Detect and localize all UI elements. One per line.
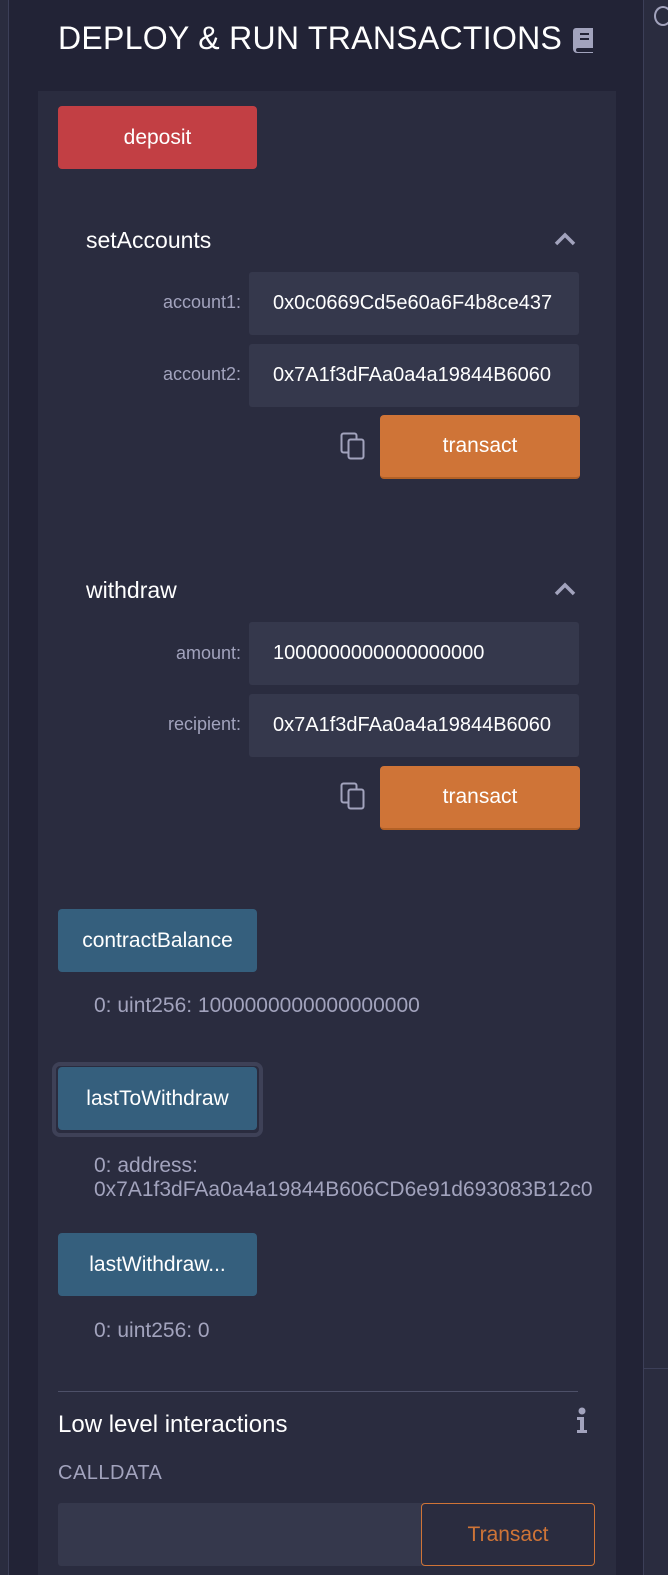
last-withdraw-amount-result: 0: uint256: 0: [94, 1319, 210, 1342]
amount-label: amount:: [175, 643, 241, 663]
set-accounts-transact-button[interactable]: transact: [380, 415, 580, 479]
calldata-input[interactable]: [58, 1503, 428, 1566]
low-level-title: Low level interactions: [58, 1411, 288, 1438]
calldata-label: CALLDATA: [58, 1462, 163, 1484]
partial-icon: [654, 6, 668, 26]
copy-icon[interactable]: [339, 431, 367, 461]
contract-balance-button[interactable]: contractBalance: [58, 909, 257, 972]
chevron-up-icon[interactable]: [553, 231, 577, 247]
page-title: DEPLOY & RUN TRANSACTIONS: [58, 20, 563, 56]
last-withdraw-amount-button[interactable]: lastWithdraw...: [58, 1233, 257, 1296]
copy-icon[interactable]: [339, 781, 367, 811]
left-panel-edge: [0, 0, 9, 1575]
amount-input[interactable]: 1000000000000000000: [249, 622, 579, 685]
account1-input[interactable]: 0x0c0669Cd5e60a6F4b8ce437: [249, 272, 579, 335]
account1-label: account1:: [162, 292, 241, 312]
last-to-withdraw-button[interactable]: lastToWithdraw: [58, 1067, 257, 1130]
book-icon[interactable]: [572, 27, 596, 53]
last-to-withdraw-result: 0: address: 0x7A1f3dFAa0a4a19844B606CD6e…: [94, 1154, 593, 1201]
withdraw-transact-button[interactable]: transact: [380, 766, 580, 830]
account2-label: account2:: [162, 364, 241, 384]
low-level-transact-button[interactable]: Transact: [421, 1503, 595, 1566]
right-panel-edge: [643, 0, 668, 1575]
deposit-button[interactable]: deposit: [58, 106, 257, 169]
recipient-label: recipient:: [167, 714, 241, 734]
info-icon[interactable]: [574, 1407, 590, 1435]
account2-input[interactable]: 0x7A1f3dFAa0a4a19844B6060: [249, 344, 579, 407]
chevron-up-icon[interactable]: [553, 581, 577, 597]
right-divider: [644, 1368, 668, 1369]
recipient-input[interactable]: 0x7A1f3dFAa0a4a19844B6060: [249, 694, 579, 757]
divider: [58, 1391, 578, 1392]
withdraw-title: withdraw: [86, 577, 177, 603]
set-accounts-title: setAccounts: [86, 227, 212, 253]
contract-balance-result: 0: uint256: 1000000000000000000: [94, 994, 420, 1017]
